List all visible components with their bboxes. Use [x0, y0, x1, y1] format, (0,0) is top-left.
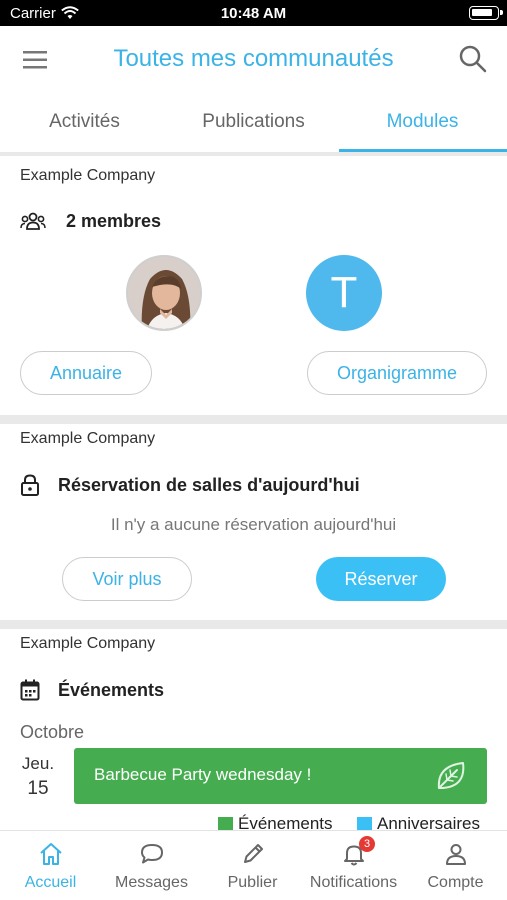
nav-publier[interactable]: Publier [202, 831, 303, 900]
nav-compte-label: Compte [427, 874, 484, 891]
nav-messages-label: Messages [115, 874, 188, 891]
event-title: Barbecue Party wednesday ! [94, 765, 312, 784]
app-header: Toutes mes communautés [0, 26, 507, 94]
tab-activites[interactable]: Activités [0, 111, 169, 133]
nav-messages[interactable]: Messages [101, 831, 202, 900]
hamburger-menu-icon[interactable] [20, 46, 52, 74]
event-day-number: 15 [27, 778, 49, 799]
members-card: Example Company 2 membres T Annuaire Org… [0, 156, 507, 415]
lock-icon [21, 474, 39, 496]
nav-notifications-label: Notifications [309, 874, 398, 891]
nav-compte[interactable]: Compte [405, 831, 506, 900]
status-bar: Carrier 10:48 AM [0, 0, 507, 26]
event-item[interactable]: Barbecue Party wednesday ! [74, 748, 487, 804]
nav-publier-label: Publier [227, 874, 278, 891]
events-month: Octobre [20, 722, 85, 742]
bottom-navigation: Accueil Messages Publier 3 Notifications… [0, 830, 507, 900]
card-title-row: Réservation de salles d'aujourd'hui [20, 474, 360, 496]
card-title-row: Événements [20, 679, 164, 701]
battery-icon [469, 6, 503, 20]
annuaire-button[interactable]: Annuaire [20, 351, 152, 395]
calendar-icon [20, 679, 40, 701]
card-company-name: Example Company [20, 167, 156, 184]
nav-accueil-label: Accueil [24, 874, 77, 891]
nav-accueil[interactable]: Accueil [0, 831, 101, 900]
user-icon [446, 844, 466, 865]
clock: 10:48 AM [220, 5, 287, 22]
room-reservation-title: Réservation de salles d'aujourd'hui [58, 474, 360, 495]
members-count: 2 membres [66, 211, 162, 231]
home-icon [40, 843, 62, 865]
pencil-icon [244, 844, 263, 863]
event-day-name: Jeu. [21, 754, 55, 773]
events-title: Événements [58, 679, 165, 700]
reserver-button[interactable]: Réserver [316, 557, 446, 601]
tab-bar: Activités Publications Modules [0, 94, 507, 152]
members-icon [20, 212, 46, 230]
active-tab-indicator [339, 149, 507, 152]
card-title-row: 2 membres [20, 211, 161, 232]
voir-plus-button[interactable]: Voir plus [62, 557, 192, 601]
card-company-name: Example Company [20, 430, 156, 447]
notification-badge: 3 [359, 836, 375, 852]
member-avatar-initial[interactable]: T [306, 255, 382, 331]
page-title: Toutes mes communautés [113, 45, 394, 72]
chat-bubble-icon [141, 844, 163, 864]
tab-modules[interactable]: Modules [338, 111, 507, 133]
room-reservation-card: Example Company Réservation de salles d'… [0, 424, 507, 620]
empty-reservations-message: Il n'y a aucune réservation aujourd'hui [110, 515, 397, 534]
organigramme-button[interactable]: Organigramme [307, 351, 487, 395]
member-portrait [128, 257, 200, 329]
nav-notifications[interactable]: 3 Notifications [303, 831, 404, 900]
leaf-icon [437, 762, 465, 789]
tab-publications[interactable]: Publications [169, 111, 338, 133]
member-avatar-photo[interactable] [126, 255, 202, 331]
card-company-name: Example Company [20, 635, 156, 652]
search-icon[interactable] [457, 43, 489, 75]
